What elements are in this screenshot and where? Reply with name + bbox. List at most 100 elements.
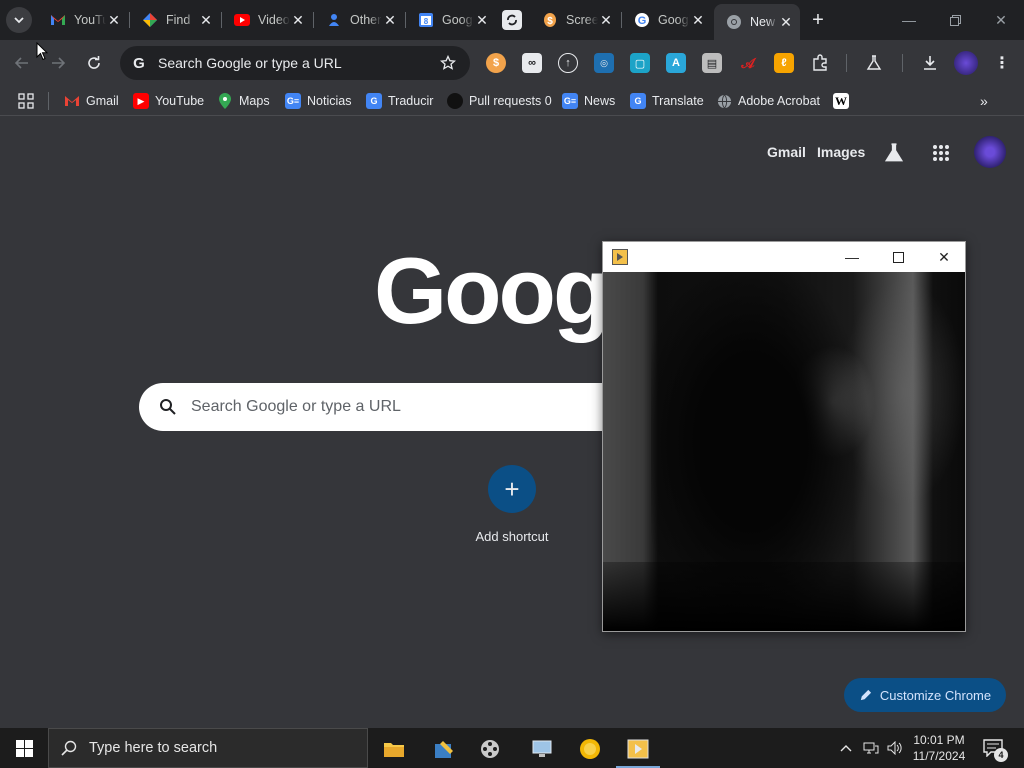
taskbar-file-explorer[interactable]	[372, 732, 416, 768]
bookmark-gmail[interactable]: Gmail	[64, 92, 119, 110]
tab-2[interactable]: Find ✕	[130, 0, 220, 40]
arrow-right-icon	[52, 57, 66, 69]
taskbar-search-box[interactable]: Type here to search	[48, 728, 368, 768]
glasses-extension-icon[interactable]: ∞	[522, 53, 542, 73]
video-preview-window[interactable]: — ✕	[602, 241, 966, 632]
action-center-button[interactable]: 4	[980, 736, 1008, 762]
volume-icon[interactable]	[884, 728, 906, 768]
taskbar-app-paint[interactable]	[422, 732, 466, 768]
tab-title: Find	[166, 13, 191, 27]
acrobat-extension-icon[interactable]: 𝒜	[738, 53, 758, 73]
printer-extension-icon[interactable]: ▤	[702, 53, 722, 73]
minimize-button[interactable]: —	[886, 0, 932, 40]
images-link[interactable]: Images	[817, 144, 865, 160]
paint-icon	[435, 741, 453, 758]
tab-4[interactable]: Other ✕	[314, 0, 404, 40]
reload-button[interactable]	[80, 49, 108, 77]
video-window-minimize-button[interactable]: —	[829, 242, 875, 272]
close-icon[interactable]: ✕	[598, 12, 614, 28]
taskbar-app-media-maker[interactable]	[468, 732, 512, 768]
gmail-link[interactable]: Gmail	[767, 144, 806, 160]
google-calendar-icon: 8	[418, 12, 434, 28]
address-bar[interactable]: G Search Google or type a URL	[120, 46, 470, 80]
bookmark-adobe-acrobat[interactable]: Adobe Acrobat	[716, 92, 820, 110]
bitcoin-extension-icon[interactable]: $	[486, 53, 506, 73]
bookmark-maps[interactable]: Maps	[217, 92, 270, 110]
bookmark-noticias[interactable]: G≡ Noticias	[285, 92, 351, 110]
new-tab-button[interactable]: +	[806, 8, 830, 32]
profile-avatar[interactable]	[954, 51, 978, 75]
youtube-icon: ▶	[133, 93, 149, 109]
capture-extension-icon[interactable]: ▢	[630, 53, 650, 73]
tray-overflow-button[interactable]	[836, 728, 856, 768]
add-shortcut-tile[interactable]: + Add shortcut	[470, 465, 554, 544]
start-button[interactable]	[0, 728, 48, 768]
search-placeholder: Search Google or type a URL	[191, 398, 401, 415]
tab-8[interactable]: G Google ✕	[622, 0, 712, 40]
restore-icon	[949, 14, 961, 26]
bookmark-star-icon[interactable]	[434, 55, 462, 71]
pencil-icon	[860, 689, 871, 700]
video-window-maximize-button[interactable]	[875, 242, 921, 272]
close-icon[interactable]: ✕	[474, 12, 490, 28]
sync-icon	[502, 10, 522, 30]
close-icon[interactable]: ✕	[198, 12, 214, 28]
close-icon[interactable]: ✕	[382, 12, 398, 28]
video-window-close-button[interactable]: ✕	[921, 242, 967, 272]
downloads-icon[interactable]	[920, 53, 940, 73]
network-icon[interactable]	[860, 728, 882, 768]
close-icon[interactable]: ✕	[778, 14, 794, 30]
bookmark-label: Traducir	[388, 94, 434, 108]
restore-button[interactable]	[932, 0, 978, 40]
google-icon: G	[634, 12, 650, 28]
bookmark-news[interactable]: G≡ News	[562, 92, 615, 110]
labs-flask-icon[interactable]	[884, 143, 904, 168]
bookmark-translate[interactable]: G Translate	[630, 92, 704, 110]
toolbar-divider	[846, 54, 847, 72]
bookmark-pull-requests[interactable]: Pull requests 0	[447, 92, 552, 110]
google-apps-icon[interactable]	[932, 144, 950, 167]
tab-7[interactable]: $ Screen ✕	[530, 0, 620, 40]
back-button[interactable]	[8, 49, 36, 77]
tab-title: YouTube	[74, 13, 106, 27]
monitor-icon	[532, 740, 552, 757]
clock-date: 11/7/2024	[912, 749, 966, 763]
labs-flask-icon[interactable]	[864, 53, 884, 73]
tab-9-active[interactable]: New Tab ✕	[714, 4, 800, 40]
video-window-titlebar[interactable]: — ✕	[603, 242, 965, 272]
reload-icon	[88, 56, 100, 69]
screen-recorder-extension-icon[interactable]: ◎	[594, 53, 614, 73]
extensions-puzzle-icon[interactable]	[810, 53, 830, 73]
font-extension-icon[interactable]: A	[666, 53, 686, 73]
close-icon[interactable]: ✕	[106, 12, 122, 28]
mouse-cursor-icon	[36, 42, 48, 61]
tab-1[interactable]: YouTube ✕	[38, 0, 128, 40]
tab-5[interactable]: 8 Google ✕	[406, 0, 496, 40]
video-lower-shade	[603, 562, 965, 631]
apps-grid-button[interactable]	[18, 92, 34, 110]
close-icon[interactable]: ✕	[690, 12, 706, 28]
tab-strip: YouTube ✕ Find ✕ Video ✕ Other ✕ 8 Googl…	[0, 0, 1024, 40]
taskbar-clock[interactable]: 10:01 PM 11/7/2024	[904, 732, 974, 764]
youtube-icon	[234, 12, 250, 28]
account-avatar[interactable]	[974, 136, 1006, 168]
taskbar-app-coin[interactable]	[568, 732, 612, 768]
bookmark-wikipedia[interactable]: W	[833, 92, 855, 110]
upload-extension-icon[interactable]: ↑	[558, 53, 578, 73]
close-window-button[interactable]: ✕	[978, 0, 1024, 40]
customize-chrome-button[interactable]: Customize Chrome	[844, 678, 1006, 712]
tab-search-button[interactable]	[6, 7, 32, 33]
close-icon[interactable]: ✕	[290, 12, 306, 28]
bookmark-traducir[interactable]: G Traducir	[366, 92, 433, 110]
bookmark-label: Pull requests 0	[469, 94, 552, 108]
folder-icon	[384, 743, 404, 757]
bookmark-youtube[interactable]: ▶ YouTube	[133, 92, 204, 110]
menu-kebab-icon[interactable]: ⋮	[992, 53, 1012, 73]
tab-6-pinned[interactable]	[494, 0, 530, 40]
taskbar-app-remote-desktop[interactable]	[520, 732, 564, 768]
forward-button[interactable]	[44, 49, 72, 77]
taskbar-app-video-player[interactable]	[616, 732, 660, 768]
tab-3[interactable]: Video ✕	[222, 0, 312, 40]
bookmarks-overflow-button[interactable]: »	[980, 92, 988, 110]
reading-extension-icon[interactable]: ℓ	[774, 53, 794, 73]
